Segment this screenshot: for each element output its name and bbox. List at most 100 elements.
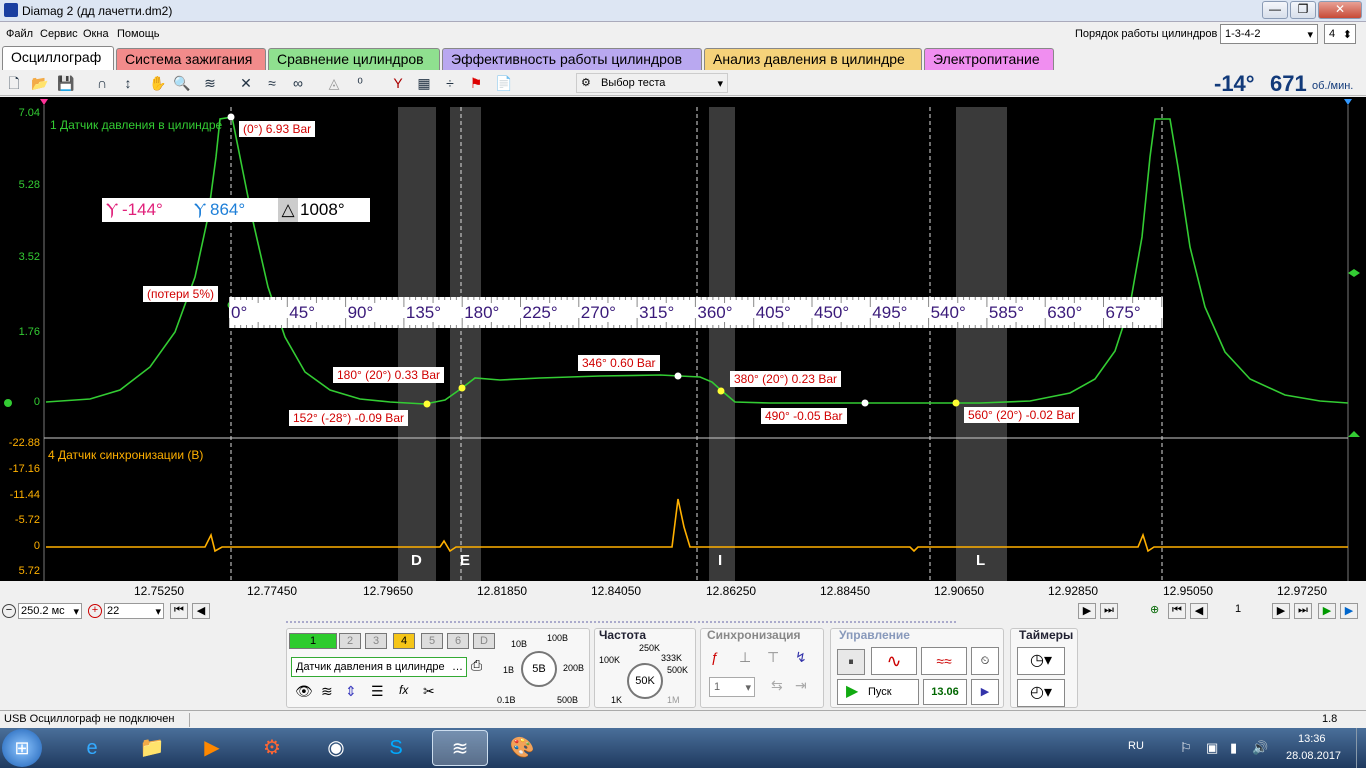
maximize-button[interactable]: ❐ — [1290, 1, 1316, 19]
flag-icon[interactable]: ⚐ — [1180, 740, 1192, 756]
next-frame-button[interactable]: ▶ — [1272, 603, 1290, 619]
zoom-icon[interactable]: 🔍 — [172, 73, 192, 93]
table-icon[interactable]: ▦ — [414, 73, 434, 93]
function-icon[interactable]: fx — [399, 683, 408, 697]
tab-pressure-analysis[interactable]: Анализ давления в цилиндре — [704, 48, 922, 70]
falling-edge-icon[interactable]: ⊥ — [739, 649, 751, 666]
sync-channel-select[interactable]: 1 ▾ — [709, 677, 755, 697]
merge-icon[interactable]: ⇥ — [795, 677, 807, 694]
tab-power-supply[interactable]: Электропитание — [924, 48, 1054, 70]
media-player-icon[interactable]: ▶ — [184, 730, 240, 766]
auto-icon[interactable]: ◬ — [324, 73, 344, 93]
curves-icon[interactable]: ∞ — [288, 73, 308, 93]
lines-icon[interactable]: ☰ — [371, 683, 384, 700]
channel-6-button[interactable]: 6 — [447, 633, 469, 649]
trigger-select[interactable]: 22 ▾ — [104, 603, 164, 619]
language-indicator[interactable]: RU — [1128, 740, 1144, 752]
firing-order-select[interactable]: 1-3-4-2 ▾ — [1220, 24, 1318, 44]
channel-d-button[interactable]: D — [473, 633, 495, 649]
menu-service[interactable]: Сервис — [40, 28, 78, 40]
sync-auto-icon[interactable]: ↯ — [795, 649, 807, 666]
ie-icon[interactable]: e — [64, 730, 120, 766]
network-icon[interactable]: ▮ — [1230, 740, 1237, 756]
cursor-icon[interactable]: ↕ — [118, 73, 138, 93]
end-button[interactable]: ⏭ — [1100, 603, 1118, 619]
shift-icon[interactable]: ⇆ — [771, 677, 783, 694]
rising-edge-icon[interactable]: ƒ — [711, 649, 719, 665]
sensor-settings-icon[interactable]: ⎙ — [471, 657, 482, 674]
magnet-icon[interactable]: ∩ — [92, 73, 112, 93]
play-button[interactable]: ▶ — [1318, 603, 1336, 619]
test-select[interactable]: Выбор теста ▾ ⚙ — [576, 73, 728, 93]
flag-icon[interactable]: ⚑ — [466, 73, 486, 93]
prev-page-button[interactable]: ◀ — [192, 603, 210, 619]
chrome-icon[interactable]: ◉ — [308, 730, 364, 766]
last-frame-button[interactable]: ⏭ — [1294, 603, 1312, 619]
note-icon[interactable]: 📄 — [494, 73, 514, 93]
timer2-icon[interactable]: ◴▾ — [1017, 679, 1065, 707]
eye-icon[interactable]: 👁 — [295, 683, 313, 700]
channel-2-button[interactable]: 2 — [339, 633, 361, 649]
tab-ignition[interactable]: Система зажигания — [116, 48, 266, 70]
first-frame-button[interactable]: ⏮ — [1168, 603, 1186, 619]
tab-cylinder-compare[interactable]: Сравнение цилиндров — [268, 48, 440, 70]
oscilloscope-plot[interactable]: 7.04 5.28 3.52 1.76 0 -22.88 -17.16 -11.… — [0, 97, 1366, 581]
channel-4-button[interactable]: 4 — [393, 633, 415, 649]
tools-icon[interactable]: ✂ — [423, 683, 435, 700]
pause-icon[interactable]: ⏸ — [837, 649, 865, 675]
prev-frame-button[interactable]: ◀ — [1190, 603, 1208, 619]
sensor-select[interactable]: Датчик давления в цилиндре… — [291, 657, 467, 677]
show-desktop-button[interactable] — [1356, 728, 1366, 768]
marker-filter-icon[interactable]: Y — [388, 73, 408, 93]
degree-label: 585° — [988, 303, 1025, 322]
zoom-out-icon[interactable]: − — [2, 604, 16, 618]
new-file-icon[interactable]: 🗋 — [4, 73, 24, 93]
frequency-dial[interactable]: 50K — [627, 663, 663, 699]
start-button[interactable]: ▶ Пуск — [837, 679, 919, 705]
tab-oscilloscope[interactable]: Осциллограф — [2, 46, 114, 70]
volt-dial[interactable]: 5В — [521, 651, 557, 687]
sine-wave-icon[interactable]: ∿ — [871, 647, 917, 675]
channel-3-button[interactable]: 3 — [365, 633, 387, 649]
splitter[interactable] — [286, 621, 956, 627]
center-icon[interactable]: ⊕ — [1150, 603, 1164, 619]
timer1-icon[interactable]: ◷▾ — [1017, 647, 1065, 675]
auto-run-icon[interactable]: ▶ — [971, 679, 999, 705]
auto-scale-icon[interactable]: ⏲ — [971, 647, 999, 675]
tab-cylinder-efficiency[interactable]: Эффективность работы цилиндров — [442, 48, 702, 70]
degree-label: 360° — [697, 303, 733, 322]
minimize-button[interactable]: — — [1262, 1, 1288, 19]
volume-icon[interactable]: 🔊 — [1252, 740, 1268, 756]
noise-wave-icon[interactable]: ≈≈ — [921, 647, 967, 675]
skype-icon[interactable]: S — [368, 730, 424, 766]
filter-icon[interactable]: ≋ — [200, 73, 220, 93]
split-icon[interactable]: ÷ — [440, 73, 460, 93]
hand-icon[interactable]: ✋ — [148, 73, 168, 93]
cylinders-select[interactable]: 4 ⬍ — [1324, 24, 1356, 44]
close-button[interactable]: ✕ — [1318, 1, 1362, 19]
wave-filter-icon[interactable]: ≋ — [321, 683, 333, 700]
menu-windows[interactable]: Окна — [83, 28, 109, 40]
diamag-icon[interactable]: ≋ — [432, 730, 488, 766]
wave-icon[interactable]: ≈ — [262, 73, 282, 93]
app-icon[interactable]: ⚙ — [244, 730, 300, 766]
timebase-select[interactable]: 250.2 мс ▾ — [18, 603, 82, 619]
trigger-icon[interactable]: + — [88, 604, 102, 618]
explorer-icon[interactable]: 📁 — [124, 730, 180, 766]
next-button[interactable]: ▶ — [1078, 603, 1096, 619]
paint-icon[interactable]: 🎨 — [494, 730, 550, 766]
channel-5-button[interactable]: 5 — [421, 633, 443, 649]
save-icon[interactable]: 💾 — [56, 73, 76, 93]
play-blue-button[interactable]: ▶ — [1340, 603, 1358, 619]
start-menu-icon[interactable]: ⊞ — [2, 729, 42, 767]
first-page-button[interactable]: ⏮ — [170, 603, 188, 619]
open-folder-icon[interactable]: 📂 — [30, 73, 50, 93]
menu-help[interactable]: Помощь — [117, 28, 160, 40]
level-icon[interactable]: ⊤ — [767, 649, 779, 666]
zero-icon[interactable]: ⁰ — [350, 73, 370, 93]
menu-file[interactable]: Файл — [6, 28, 33, 40]
tray-icon[interactable]: ▣ — [1206, 740, 1218, 756]
scale-icon[interactable]: ✕ — [236, 73, 256, 93]
channel-1-button[interactable]: 1 — [289, 633, 337, 649]
vertical-scale-icon[interactable]: ⇕ — [345, 683, 357, 700]
